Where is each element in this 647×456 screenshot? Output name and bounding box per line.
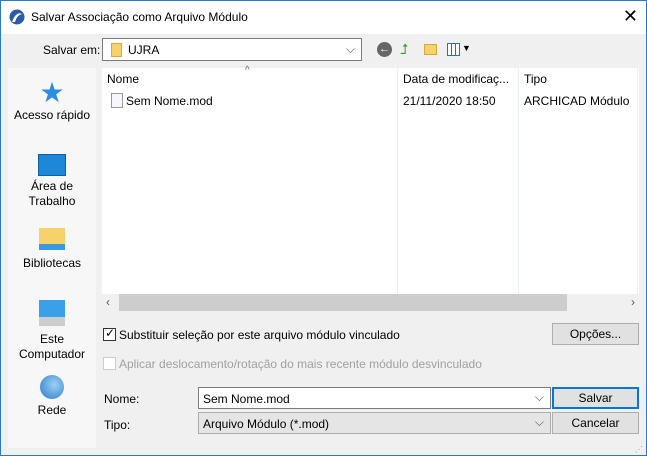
save-button[interactable]: Salvar (552, 387, 639, 409)
sidebar-item-network[interactable]: Rede (8, 375, 96, 418)
scrollbar-thumb[interactable] (119, 294, 567, 311)
folder-icon (111, 43, 122, 57)
replace-selection-label: Substituir seleção por este arquivo módu… (119, 328, 400, 342)
file-list: ^ Nome Data de modificaç... Tipo Sem Nom… (102, 65, 639, 311)
sidebar-label: Rede (37, 403, 67, 417)
file-type: ARCHICAD Módulo (524, 94, 630, 108)
sidebar-label: Acesso rápido (13, 108, 91, 122)
replace-selection-checkbox[interactable]: ✓ (103, 326, 116, 341)
view-dropdown-arrow-icon[interactable]: ▼ (462, 43, 471, 53)
chevron-down-icon: ⌵ (534, 415, 544, 429)
file-row[interactable]: Sem Nome.mod 21/11/2020 18:50 ARCHICAD M… (102, 92, 632, 110)
save-in-dropdown[interactable]: UJRA ⌵ (102, 38, 362, 61)
file-name-value: Sem Nome.mod (203, 392, 290, 406)
sidebar-label: Este Computador (18, 332, 86, 361)
column-header-date[interactable]: Data de modificaç... (403, 72, 509, 86)
module-file-icon (111, 93, 123, 108)
up-folder-icon[interactable]: ⮥ (400, 41, 408, 58)
file-name-input[interactable]: Sem Nome.mod ⌵ (198, 387, 551, 409)
scroll-left-icon[interactable]: ‹ (106, 295, 110, 309)
sidebar-item-this-pc[interactable]: Este Computador (8, 300, 96, 362)
sidebar-item-libraries[interactable]: Bibliotecas (8, 228, 96, 271)
file-type-value: Arquivo Módulo (*.mod) (203, 417, 330, 431)
desktop-icon (38, 154, 66, 176)
save-dialog: Salvar Associação como Arquivo Módulo ✕ … (0, 0, 647, 456)
sidebar-item-desktop[interactable]: Área de Trabalho (8, 154, 96, 209)
name-label: Nome: (104, 392, 140, 406)
column-header-type[interactable]: Tipo (524, 72, 547, 86)
network-icon (40, 375, 64, 399)
file-date: 21/11/2020 18:50 (403, 94, 496, 108)
libraries-icon (39, 228, 65, 250)
save-in-value: UJRA (128, 43, 160, 57)
sort-ascending-icon: ^ (245, 65, 250, 76)
scroll-right-icon[interactable]: › (631, 295, 635, 309)
computer-icon (39, 300, 65, 326)
apply-offset-label: Aplicar deslocamento/rotação do mais rec… (119, 357, 482, 371)
star-icon: ★ (39, 77, 65, 108)
save-in-label: Salvar em: (43, 43, 101, 57)
file-type-dropdown[interactable]: Arquivo Módulo (*.mod) ⌵ (198, 412, 551, 434)
horizontal-scrollbar[interactable]: ‹ › (102, 294, 639, 311)
apply-offset-checkbox[interactable] (103, 357, 116, 370)
close-icon[interactable]: ✕ (623, 6, 638, 27)
type-label: Tipo: (104, 418, 131, 432)
sidebar-label: Área de Trabalho (28, 179, 76, 208)
title-bar: Salvar Associação como Arquivo Módulo ✕ (1, 1, 646, 34)
file-name: Sem Nome.mod (126, 94, 213, 108)
options-button[interactable]: Opções... (552, 323, 639, 345)
sidebar-item-quick-access[interactable]: ★ Acesso rápido (8, 78, 96, 123)
cancel-button[interactable]: Cancelar (552, 412, 639, 434)
chevron-down-icon[interactable]: ⌵ (535, 390, 544, 405)
archicad-logo-icon (9, 9, 25, 25)
dialog-title: Salvar Associação como Arquivo Módulo (31, 10, 248, 24)
column-header-name[interactable]: Nome (107, 72, 139, 86)
view-menu-icon[interactable] (447, 43, 460, 56)
sidebar-label: Bibliotecas (22, 256, 82, 270)
new-folder-icon[interactable] (424, 44, 437, 55)
chevron-down-icon: ⌵ (345, 42, 355, 56)
back-icon[interactable]: ← (377, 42, 392, 57)
places-sidebar: ★ Acesso rápido Área de Trabalho Bibliote… (8, 68, 96, 448)
resize-grip-icon[interactable]: ⋰ (635, 445, 643, 454)
